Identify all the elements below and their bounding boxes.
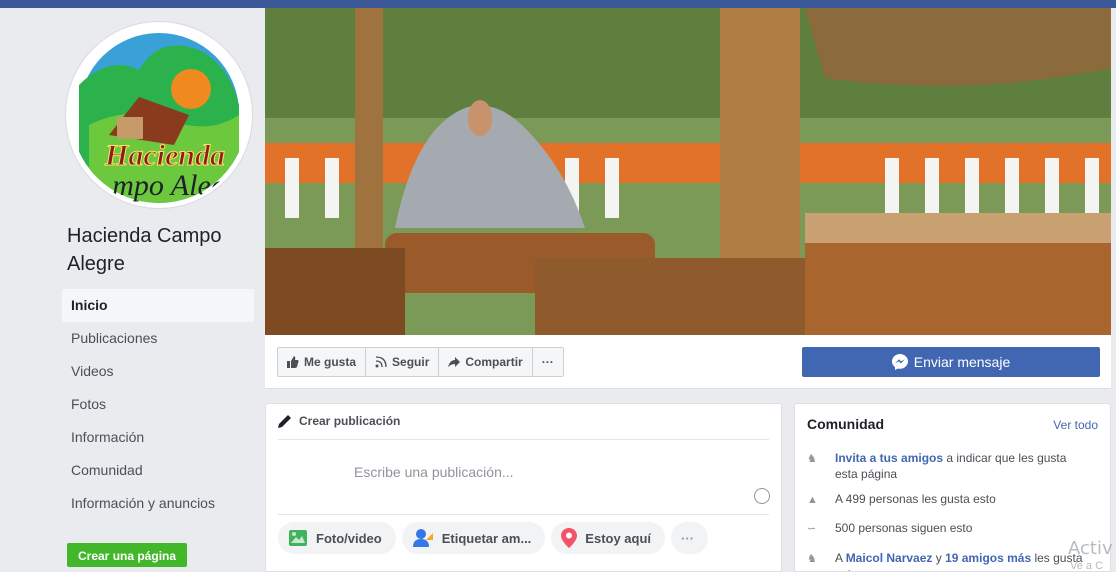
messenger-icon — [891, 354, 908, 370]
page-action-bar: Me gusta Seguir Compartir ··· Enviar men… — [265, 335, 1111, 389]
more-options-chip[interactable]: ··· — [671, 522, 709, 554]
sidebar-nav: Inicio Publicaciones Videos Fotos Inform… — [62, 289, 254, 520]
likes-row: ▲ A 499 personas les gusta esto — [807, 491, 1092, 508]
photo-icon — [289, 530, 307, 546]
check-in-label: Estoy aquí — [585, 530, 652, 546]
share-button[interactable]: Compartir — [439, 348, 533, 376]
composer-chips: Foto/video Etiquetar am... Estoy aquí ··… — [278, 522, 709, 554]
windows-activation-watermark: Activ — [1068, 538, 1113, 559]
like-button-label: Me gusta — [304, 355, 357, 369]
invite-friends-link[interactable]: Invita a tus amigos — [835, 451, 943, 465]
sidebar-item-publicaciones[interactable]: Publicaciones — [62, 322, 254, 355]
more-actions-button[interactable]: ··· — [533, 348, 563, 376]
friends-mid: y — [932, 551, 946, 565]
invite-friends-row: ♞ Invita a tus amigos a indicar que les … — [807, 450, 1092, 482]
friend-name-link[interactable]: Maicol Narvaez — [846, 551, 933, 565]
thumbs-up-icon — [287, 356, 299, 368]
more-options-icon: ··· — [681, 530, 695, 546]
rss-icon: ∽ — [807, 523, 817, 535]
send-message-label: Enviar mensaje — [913, 354, 1011, 370]
tag-friends-chip[interactable]: Etiquetar am... — [401, 522, 546, 554]
composer-avatar — [280, 452, 322, 494]
composer-input[interactable]: Escribe una publicación... — [354, 464, 514, 480]
sidebar-item-videos[interactable]: Videos — [62, 355, 254, 388]
composer-divider-bottom — [278, 514, 769, 515]
logo-text-top: Hacienda — [104, 139, 225, 172]
windows-activation-watermark-sub: Ve a C — [1070, 560, 1104, 572]
see-all-link[interactable]: Ver todo — [1053, 418, 1098, 432]
post-composer: Crear publicación Escribe una publicació… — [265, 403, 782, 572]
page-logo-image: Hacienda mpo Aleg — [71, 27, 247, 203]
pencil-icon — [278, 415, 291, 428]
sidebar-item-inicio[interactable]: Inicio — [62, 289, 254, 322]
sidebar-item-informacion[interactable]: Información — [62, 421, 254, 454]
tag-friends-label: Etiquetar am... — [441, 530, 532, 546]
send-message-button[interactable]: Enviar mensaje — [802, 347, 1100, 377]
location-pin-icon — [561, 528, 578, 548]
follow-button[interactable]: Seguir — [366, 348, 440, 376]
follows-count-text: 500 personas siguen esto — [835, 521, 973, 535]
sidebar-item-comunidad[interactable]: Comunidad — [62, 454, 254, 487]
cover-photo[interactable] — [265, 8, 1111, 335]
cover-photo-image — [265, 8, 1111, 335]
more-friends-link[interactable]: 19 amigos más — [945, 551, 1031, 565]
check-in-chip[interactable]: Estoy aquí — [551, 522, 666, 554]
thumbs-up-icon: ▲ — [807, 494, 818, 506]
rss-icon — [375, 356, 387, 368]
share-button-label: Compartir — [465, 355, 523, 369]
community-title: Comunidad — [807, 416, 884, 432]
photo-video-chip[interactable]: Foto/video — [278, 522, 396, 554]
friends-like-text: A Maicol Narvaez y 19 amigos más les gus… — [835, 550, 1092, 571]
page-actions-group: Me gusta Seguir Compartir ··· — [277, 347, 564, 377]
photo-video-label: Foto/video — [316, 530, 382, 546]
emoji-icon[interactable] — [754, 488, 770, 504]
people-icon: ♞ — [807, 553, 817, 565]
more-dots-icon: ··· — [541, 355, 554, 369]
share-arrow-icon — [448, 357, 461, 367]
sidebar-item-fotos[interactable]: Fotos — [62, 388, 254, 421]
follows-row: ∽ 500 personas siguen esto — [807, 520, 1092, 537]
like-button[interactable]: Me gusta — [278, 348, 367, 376]
sidebar-item-informacion-anuncios[interactable]: Información y anuncios — [62, 487, 254, 520]
friends-like-row: ♞ A Maicol Narvaez y 19 amigos más les g… — [807, 550, 1092, 571]
page-title[interactable]: Hacienda Campo Alegre — [67, 222, 257, 278]
top-brand-bar — [0, 0, 1116, 8]
follow-button-label: Seguir — [392, 355, 430, 369]
likes-count-text: A 499 personas les gusta esto — [835, 492, 996, 506]
composer-title: Crear publicación — [299, 414, 401, 428]
composer-header[interactable]: Crear publicación — [278, 414, 400, 428]
friends-prefix: A — [835, 551, 846, 565]
invite-text: Invita a tus amigos a indicar que les gu… — [835, 450, 1092, 482]
page-avatar[interactable]: Hacienda mpo Aleg — [66, 22, 252, 208]
tag-people-icon — [412, 529, 433, 547]
composer-divider — [278, 439, 769, 440]
community-panel: Comunidad Ver todo ♞ Invita a tus amigos… — [794, 403, 1111, 572]
people-icon: ♞ — [807, 453, 817, 465]
create-page-button[interactable]: Crear una página — [67, 543, 188, 567]
